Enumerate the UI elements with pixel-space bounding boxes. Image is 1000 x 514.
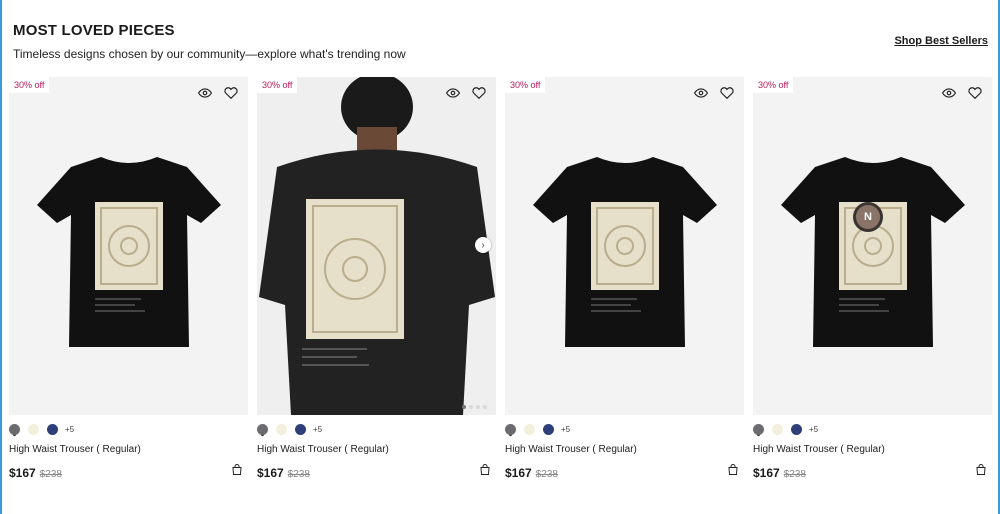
- product-image[interactable]: 30% off: [505, 77, 744, 415]
- product-image[interactable]: 30% off: [9, 77, 248, 415]
- shopping-bag-icon[interactable]: [727, 463, 739, 477]
- shopping-bag-icon[interactable]: [975, 463, 987, 477]
- product-name[interactable]: High Waist Trouser ( Regular): [257, 444, 389, 455]
- color-swatches: +5: [753, 424, 818, 435]
- price: $167: [9, 466, 36, 480]
- carousel-dot[interactable]: [476, 405, 480, 409]
- more-colors[interactable]: +5: [65, 425, 74, 434]
- price: $167: [753, 466, 780, 480]
- swatch-cream[interactable]: [772, 424, 783, 435]
- section-header: MOST LOVED PIECES Timeless designs chose…: [13, 22, 988, 62]
- section-title: MOST LOVED PIECES: [13, 22, 175, 39]
- price-row: $167 $238: [505, 463, 744, 480]
- discount-badge: 30% off: [9, 77, 50, 93]
- swatch-gray[interactable]: [753, 424, 764, 435]
- product-name[interactable]: High Waist Trouser ( Regular): [505, 444, 637, 455]
- product-card[interactable]: 30% off N +5 High Waist Trouser ( Regula…: [753, 77, 992, 480]
- eye-icon[interactable]: [942, 86, 956, 100]
- product-image[interactable]: 30% off ›: [257, 77, 496, 415]
- product-card[interactable]: 30% off › +5 High Waist Trouser ( Regula…: [257, 77, 496, 480]
- swatch-navy[interactable]: [295, 424, 306, 435]
- eye-icon[interactable]: [198, 86, 212, 100]
- carousel-dot[interactable]: [462, 405, 466, 409]
- swatch-navy[interactable]: [543, 424, 554, 435]
- swatch-cream[interactable]: [524, 424, 535, 435]
- swatch-navy[interactable]: [791, 424, 802, 435]
- section-subtitle: Timeless designs chosen by our community…: [13, 47, 406, 61]
- discount-badge: 30% off: [753, 77, 794, 93]
- swatch-gray[interactable]: [505, 424, 516, 435]
- old-price: $238: [39, 469, 62, 480]
- tshirt-image: [533, 157, 717, 347]
- more-colors[interactable]: +5: [313, 425, 322, 434]
- product-card[interactable]: 30% off +5 High Waist Trouser ( Regular)…: [9, 77, 248, 480]
- price-row: $167 $238: [753, 463, 992, 480]
- color-swatches: +5: [257, 424, 322, 435]
- product-image[interactable]: 30% off N: [753, 77, 992, 415]
- heart-icon[interactable]: [224, 86, 238, 100]
- price-row: $167 $238: [9, 463, 248, 480]
- eye-icon[interactable]: [446, 86, 460, 100]
- product-name[interactable]: High Waist Trouser ( Regular): [9, 444, 141, 455]
- swatch-cream[interactable]: [276, 424, 287, 435]
- swatch-gray[interactable]: [9, 424, 20, 435]
- tshirt-image: [781, 157, 965, 347]
- carousel-dot[interactable]: [469, 405, 473, 409]
- more-colors[interactable]: +5: [561, 425, 570, 434]
- shopping-bag-icon[interactable]: [231, 463, 243, 477]
- shop-best-sellers-link[interactable]: Shop Best Sellers: [894, 35, 988, 47]
- price: $167: [505, 466, 532, 480]
- model-image: [257, 77, 496, 415]
- swatch-gray[interactable]: [257, 424, 268, 435]
- old-price: $238: [783, 469, 806, 480]
- heart-icon[interactable]: [968, 86, 982, 100]
- chevron-right-icon[interactable]: ›: [475, 237, 491, 253]
- swatch-navy[interactable]: [47, 424, 58, 435]
- carousel-dots: [462, 405, 487, 409]
- heart-icon[interactable]: [720, 86, 734, 100]
- color-swatches: +5: [9, 424, 74, 435]
- swatch-cream[interactable]: [28, 424, 39, 435]
- old-price: $238: [535, 469, 558, 480]
- carousel-dot[interactable]: [483, 405, 487, 409]
- price-row: $167 $238: [257, 463, 496, 480]
- old-price: $238: [287, 469, 310, 480]
- more-colors[interactable]: +5: [809, 425, 818, 434]
- overlay-avatar[interactable]: N: [853, 202, 883, 232]
- discount-badge: 30% off: [257, 77, 298, 93]
- discount-badge: 30% off: [505, 77, 546, 93]
- color-swatches: +5: [505, 424, 570, 435]
- product-card[interactable]: 30% off +5 High Waist Trouser ( Regular)…: [505, 77, 744, 480]
- shopping-bag-icon[interactable]: [479, 463, 491, 477]
- product-name[interactable]: High Waist Trouser ( Regular): [753, 444, 885, 455]
- price: $167: [257, 466, 284, 480]
- eye-icon[interactable]: [694, 86, 708, 100]
- heart-icon[interactable]: [472, 86, 486, 100]
- tshirt-image: [37, 157, 221, 347]
